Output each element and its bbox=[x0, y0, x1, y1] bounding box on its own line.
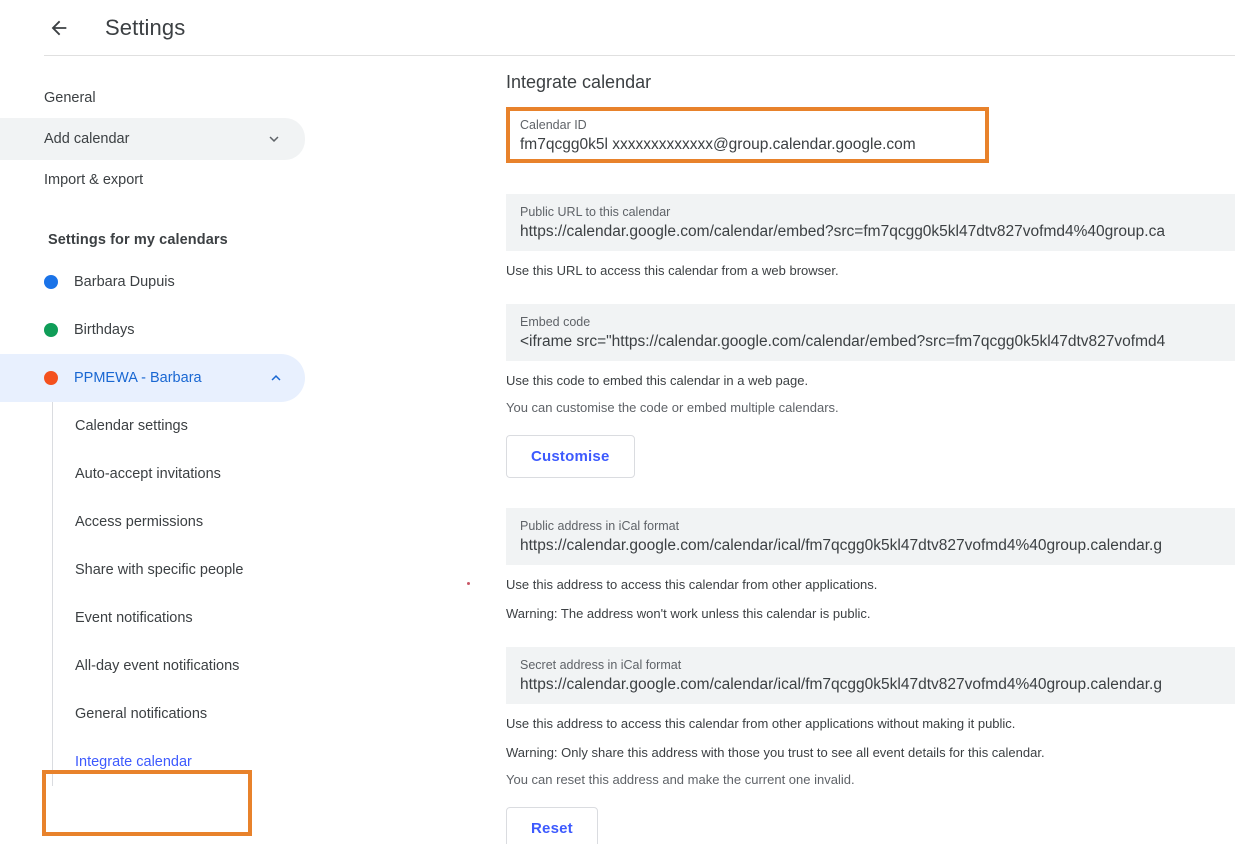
embed-code-helper-2: You can customise the code or embed mult… bbox=[506, 399, 1235, 417]
public-ical-helper-2: Warning: The address won't work unless t… bbox=[506, 605, 1235, 623]
calendar-color-dot bbox=[44, 275, 58, 289]
secret-ical-helper-3: You can reset this address and make the … bbox=[506, 771, 1235, 789]
sidebar-item-integrate-calendar[interactable]: Integrate calendar bbox=[75, 738, 490, 786]
sidebar-subnav: Calendar settings Auto-accept invitation… bbox=[52, 402, 490, 786]
calendar-color-dot bbox=[44, 323, 58, 337]
reset-button[interactable]: Reset bbox=[506, 807, 598, 844]
sidebar-item-all-day-event-notifications[interactable]: All-day event notifications bbox=[75, 642, 490, 690]
secret-ical-helper-2: Warning: Only share this address with th… bbox=[506, 744, 1235, 762]
sidebar-section-title: Settings for my calendars bbox=[0, 232, 490, 248]
sidebar-item-import-export[interactable]: Import & export bbox=[0, 160, 260, 200]
sidebar-subitem-label: Access permissions bbox=[75, 514, 203, 530]
embed-code-label: Embed code bbox=[520, 314, 1221, 330]
page-title: Settings bbox=[105, 15, 185, 41]
sidebar-item-label: General bbox=[44, 90, 96, 106]
public-ical-value: https://calendar.google.com/calendar/ica… bbox=[520, 535, 1221, 556]
sidebar-subitem-label: Integrate calendar bbox=[75, 754, 192, 770]
sidebar-item-calendar-settings[interactable]: Calendar settings bbox=[75, 402, 490, 450]
back-arrow-icon[interactable] bbox=[44, 13, 74, 43]
secret-ical-field[interactable]: Secret address in iCal format https://ca… bbox=[506, 647, 1235, 704]
public-ical-label: Public address in iCal format bbox=[520, 518, 1221, 534]
public-ical-block: Public address in iCal format https://ca… bbox=[506, 508, 1235, 565]
public-url-block: Public URL to this calendar https://cale… bbox=[506, 194, 1235, 251]
public-ical-field[interactable]: Public address in iCal format https://ca… bbox=[506, 508, 1235, 565]
secret-ical-label: Secret address in iCal format bbox=[520, 657, 1221, 673]
spacer bbox=[490, 164, 1235, 194]
sidebar-subitem-label: Event notifications bbox=[75, 610, 193, 626]
public-url-helper: Use this URL to access this calendar fro… bbox=[506, 262, 1235, 280]
sidebar-calendar-birthdays[interactable]: Birthdays bbox=[0, 306, 260, 354]
sidebar-subitem-label: All-day event notifications bbox=[75, 658, 239, 674]
sidebar-item-general-notifications[interactable]: General notifications bbox=[75, 690, 490, 738]
app-header: Settings bbox=[0, 0, 1235, 56]
cursor-artifact bbox=[467, 582, 470, 585]
spacer bbox=[490, 280, 1235, 304]
sidebar-calendar-label: Birthdays bbox=[74, 322, 134, 338]
sidebar-spacer bbox=[0, 200, 490, 232]
public-url-field[interactable]: Public URL to this calendar https://cale… bbox=[506, 194, 1235, 251]
sidebar-calendar-barbara-dupuis[interactable]: Barbara Dupuis bbox=[0, 258, 260, 306]
public-ical-helper-1: Use this address to access this calendar… bbox=[506, 576, 1235, 594]
secret-ical-block: Secret address in iCal format https://ca… bbox=[506, 647, 1235, 704]
calendar-id-field[interactable]: Calendar ID fm7qcgg0k5l xxxxxxxxxxxxx@gr… bbox=[506, 107, 1235, 164]
embed-code-field[interactable]: Embed code <iframe src="https://calendar… bbox=[506, 304, 1235, 361]
chevron-down-icon[interactable] bbox=[265, 130, 283, 148]
sidebar-subitem-label: Auto-accept invitations bbox=[75, 466, 221, 482]
settings-sidebar: General Add calendar Import & export Set… bbox=[0, 56, 490, 844]
customise-button[interactable]: Customise bbox=[506, 435, 635, 478]
spacer bbox=[490, 478, 1235, 508]
settings-content: General Add calendar Import & export Set… bbox=[0, 56, 1235, 844]
sidebar-subitem-label: Share with specific people bbox=[75, 562, 243, 578]
section-heading: Integrate calendar bbox=[506, 72, 1235, 93]
public-url-label: Public URL to this calendar bbox=[520, 204, 1221, 220]
sidebar-item-label: Import & export bbox=[44, 172, 143, 188]
sidebar-subitem-label: Calendar settings bbox=[75, 418, 188, 434]
integrate-calendar-panel: Integrate calendar Calendar ID fm7qcgg0k… bbox=[490, 56, 1235, 844]
embed-code-block: Embed code <iframe src="https://calendar… bbox=[506, 304, 1235, 361]
calendar-color-dot bbox=[44, 371, 58, 385]
sidebar-calendar-label: Barbara Dupuis bbox=[74, 274, 175, 290]
chevron-up-icon[interactable] bbox=[267, 369, 285, 387]
sidebar-calendar-label: PPMEWA - Barbara bbox=[74, 370, 267, 386]
sidebar-item-access-permissions[interactable]: Access permissions bbox=[75, 498, 490, 546]
spacer bbox=[490, 623, 1235, 647]
calendar-id-block: Calendar ID fm7qcgg0k5l xxxxxxxxxxxxx@gr… bbox=[506, 107, 1235, 164]
sidebar-item-label: Add calendar bbox=[44, 131, 129, 147]
sidebar-item-event-notifications[interactable]: Event notifications bbox=[75, 594, 490, 642]
secret-ical-value: https://calendar.google.com/calendar/ica… bbox=[520, 674, 1221, 695]
sidebar-calendar-ppmewa-barbara[interactable]: PPMEWA - Barbara bbox=[0, 354, 305, 402]
calendar-id-label: Calendar ID bbox=[520, 117, 1221, 133]
public-url-value: https://calendar.google.com/calendar/emb… bbox=[520, 221, 1221, 242]
sidebar-subitem-label: General notifications bbox=[75, 706, 207, 722]
sidebar-item-auto-accept-invitations[interactable]: Auto-accept invitations bbox=[75, 450, 490, 498]
secret-ical-helper-1: Use this address to access this calendar… bbox=[506, 715, 1235, 733]
calendar-id-value: fm7qcgg0k5l xxxxxxxxxxxxx@group.calendar… bbox=[520, 134, 1221, 155]
embed-code-value: <iframe src="https://calendar.google.com… bbox=[520, 331, 1221, 352]
sidebar-item-share-with-specific-people[interactable]: Share with specific people bbox=[75, 546, 490, 594]
sidebar-item-general[interactable]: General bbox=[0, 78, 260, 118]
sidebar-item-add-calendar[interactable]: Add calendar bbox=[0, 118, 305, 160]
embed-code-helper-1: Use this code to embed this calendar in … bbox=[506, 372, 1235, 390]
